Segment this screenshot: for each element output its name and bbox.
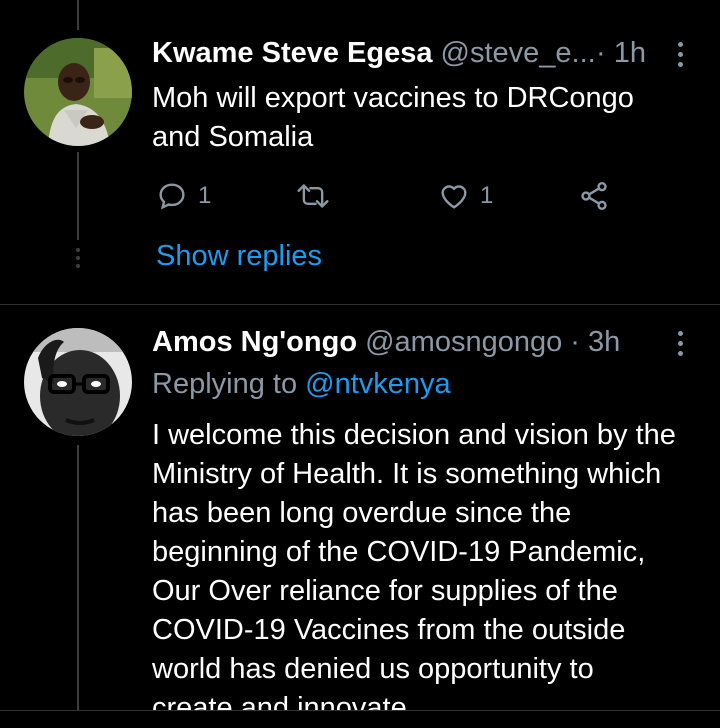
avatar[interactable] [24, 38, 132, 146]
reply-count: 1 [198, 182, 212, 209]
display-name[interactable]: Kwame Steve Egesa [152, 37, 432, 69]
username[interactable]: @amosngongo [365, 326, 562, 358]
more-options-icon[interactable] [675, 42, 685, 67]
mention-link[interactable]: @ntvkenya [305, 368, 451, 400]
bottom-bar [0, 710, 720, 728]
thread-line [77, 445, 79, 710]
timestamp[interactable]: · 1h [596, 36, 646, 70]
retweet-icon [297, 184, 329, 208]
like-button[interactable]: 1 [438, 180, 493, 212]
show-replies-link[interactable]: Show replies [156, 240, 322, 273]
tweet-header: Amos Ng'ongo @amosngongo · 3h [152, 325, 620, 359]
tweet-header: Kwame Steve Egesa @steve_e... [152, 36, 596, 70]
share-icon [581, 182, 607, 210]
reply-button[interactable]: 1 [156, 180, 211, 212]
display-name[interactable]: Amos Ng'ongo [152, 326, 357, 358]
avatar[interactable] [24, 328, 132, 436]
tweet-text: I welcome this decision and vision by th… [152, 419, 676, 724]
retweet-button[interactable] [296, 180, 340, 212]
tweet-text: Moh will export vaccines to DRCongo and … [152, 82, 634, 153]
like-count: 1 [480, 182, 494, 209]
more-options-icon[interactable] [675, 331, 685, 356]
replying-to: Replying to @ntvkenya [152, 368, 451, 400]
timestamp[interactable]: · 3h [570, 326, 620, 358]
reply-icon [159, 183, 185, 210]
thread-line [77, 152, 79, 240]
thread-gap-dots [74, 248, 82, 268]
tweet-actions: 1 1 [152, 178, 622, 218]
heart-icon [441, 185, 467, 209]
share-button[interactable] [578, 180, 610, 212]
thread-line-top [77, 0, 79, 30]
username[interactable]: @steve_e... [441, 37, 596, 69]
divider [0, 304, 720, 305]
